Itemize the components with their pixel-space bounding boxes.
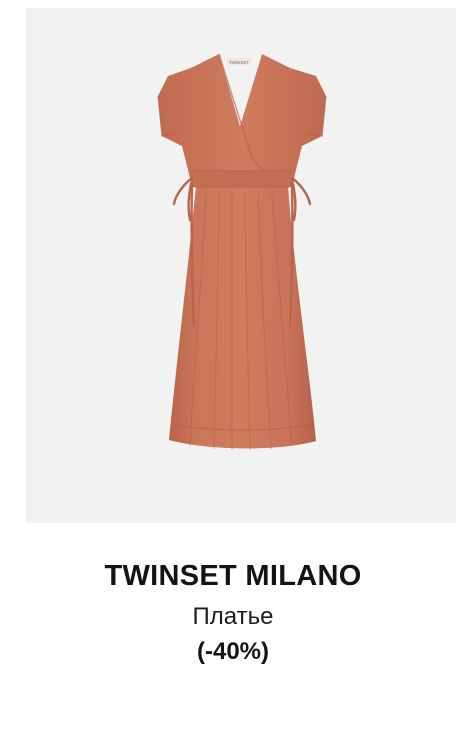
dress-waistband <box>191 171 293 187</box>
svg-text:TWINSET: TWINSET <box>229 60 249 65</box>
product-card[interactable]: TWINSET TWINSET MILANO Платье (-40%) <box>0 0 466 752</box>
brand-name[interactable]: TWINSET MILANO <box>0 560 466 593</box>
dress-illustration: TWINSET <box>157 53 327 451</box>
product-image[interactable]: TWINSET <box>26 8 456 523</box>
discount-badge: (-40%) <box>196 638 269 665</box>
dress-bodice <box>158 54 326 186</box>
product-type: Платье <box>192 603 274 630</box>
